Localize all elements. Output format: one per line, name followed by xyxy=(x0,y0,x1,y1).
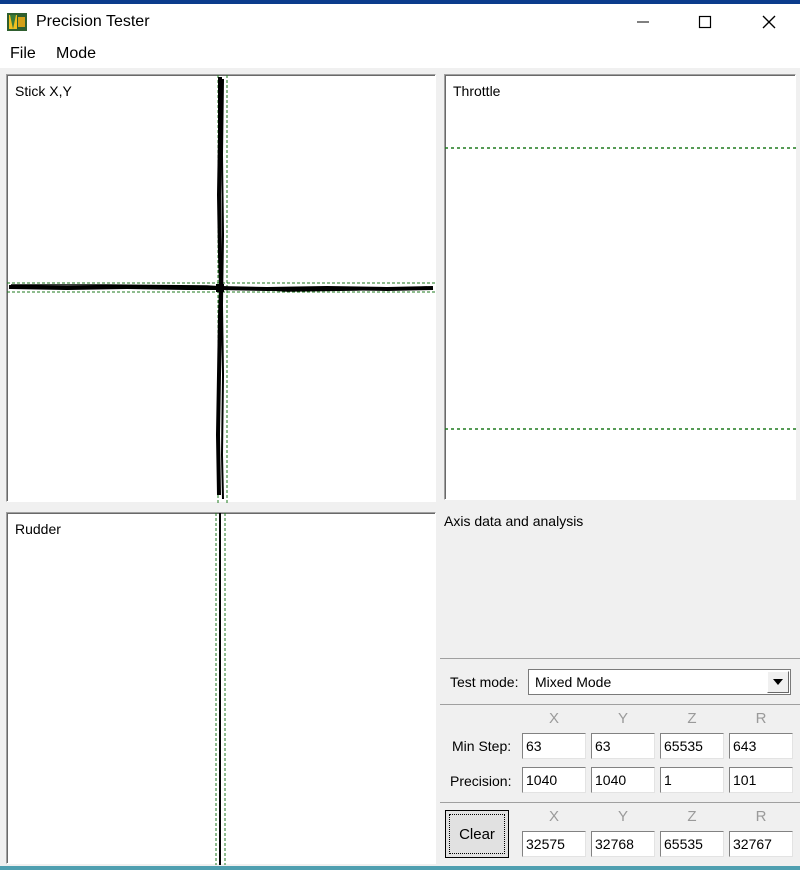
rudder-panel: Rudder xyxy=(6,512,436,865)
stats-col-z: Z xyxy=(687,710,697,727)
menu-mode[interactable]: Mode xyxy=(56,45,96,63)
throttle-label: Throttle xyxy=(453,83,501,99)
precision-label: Precision: xyxy=(450,773,512,789)
precision-r-field[interactable]: 101 xyxy=(729,767,793,793)
throttle-plot xyxy=(445,147,797,430)
current-x-field[interactable]: 32575 xyxy=(522,831,586,857)
current-col-z: Z xyxy=(687,808,697,825)
stick-center-marker xyxy=(216,284,224,292)
title-bar[interactable]: Precision Tester xyxy=(0,4,800,40)
stats-col-r: R xyxy=(755,710,767,727)
min-step-y-field[interactable]: 63 xyxy=(591,733,655,759)
min-step-label: Min Step: xyxy=(452,738,512,754)
min-step-r-field[interactable]: 643 xyxy=(729,733,793,759)
app-icon xyxy=(7,13,27,31)
divider-stats xyxy=(440,704,800,705)
rudder-plot xyxy=(215,513,226,865)
precision-z-field[interactable]: 1 xyxy=(660,767,724,793)
stick-xy-panel: Stick X,Y xyxy=(6,74,437,503)
chevron-down-icon xyxy=(773,679,783,685)
current-z-field[interactable]: 65535 xyxy=(660,831,724,857)
close-button[interactable] xyxy=(740,4,798,40)
current-r-field[interactable]: 32767 xyxy=(729,831,793,857)
stick-xy-label: Stick X,Y xyxy=(15,83,72,99)
window-title: Precision Tester xyxy=(36,13,150,30)
maximize-button[interactable] xyxy=(676,4,734,40)
test-mode-select[interactable]: Mixed Mode xyxy=(528,669,791,695)
stick-xy-plot xyxy=(7,75,437,503)
maximize-icon xyxy=(698,15,712,29)
analysis-label: Axis data and analysis xyxy=(444,513,584,529)
divider-test-mode xyxy=(440,658,800,659)
clear-button[interactable]: Clear xyxy=(445,810,509,858)
throttle-panel: Throttle xyxy=(444,74,797,500)
menu-bar: File Mode xyxy=(0,40,800,68)
stats-col-y: Y xyxy=(617,710,628,727)
window-bottom-border xyxy=(0,866,800,870)
divider-current xyxy=(440,802,800,803)
precision-y-field[interactable]: 1040 xyxy=(591,767,655,793)
test-mode-dropdown-button[interactable] xyxy=(767,671,789,693)
test-mode-value: Mixed Mode xyxy=(535,674,612,690)
min-step-z-field[interactable]: 65535 xyxy=(660,733,724,759)
current-col-r: R xyxy=(755,808,767,825)
rudder-label: Rudder xyxy=(15,521,61,537)
current-col-y: Y xyxy=(617,808,628,825)
stats-col-x: X xyxy=(548,710,559,727)
current-col-x: X xyxy=(548,808,559,825)
close-icon xyxy=(762,15,776,29)
minimize-icon xyxy=(637,21,649,23)
precision-x-field[interactable]: 1040 xyxy=(522,767,586,793)
current-y-field[interactable]: 32768 xyxy=(591,831,655,857)
minimize-button[interactable] xyxy=(614,4,672,40)
min-step-x-field[interactable]: 63 xyxy=(522,733,586,759)
clear-button-label: Clear xyxy=(459,825,495,843)
test-mode-label: Test mode: xyxy=(450,674,519,690)
menu-file[interactable]: File xyxy=(10,45,36,63)
